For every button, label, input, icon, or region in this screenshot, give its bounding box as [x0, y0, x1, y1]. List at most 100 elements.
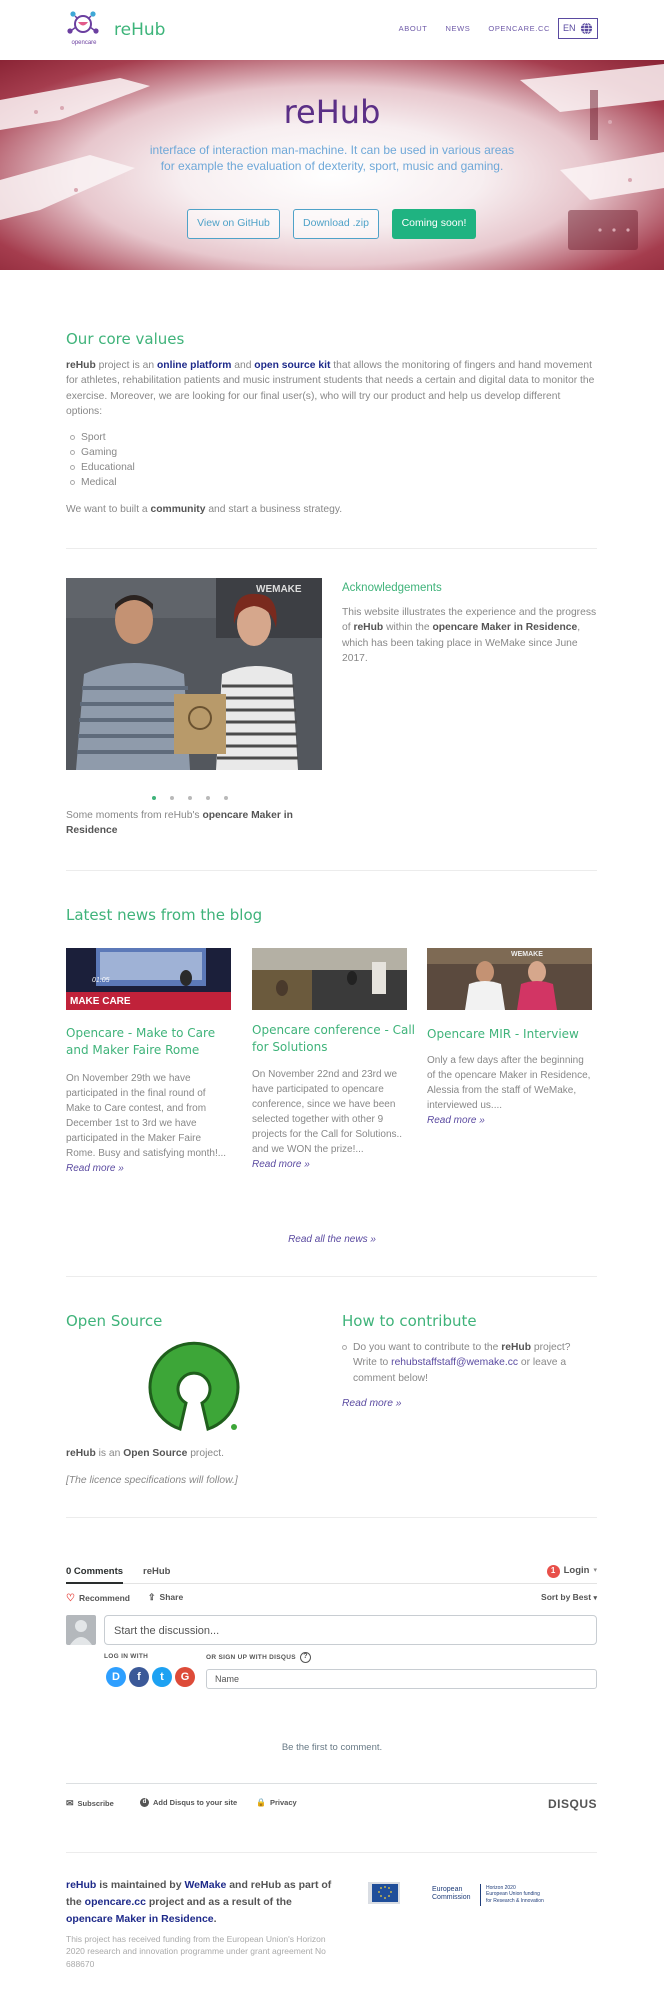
- name-field[interactable]: Name: [206, 1669, 597, 1689]
- carousel-dot-active[interactable]: [152, 796, 156, 800]
- post-3-image[interactable]: WEMAKE: [427, 948, 592, 1010]
- carousel-dot[interactable]: [206, 796, 210, 800]
- opencare-logo[interactable]: opencare: [66, 9, 100, 49]
- residence-photo-carousel[interactable]: WEMAKE: [66, 578, 322, 770]
- post-2-title[interactable]: Opencare conference - Call for Solutions: [252, 1022, 417, 1057]
- twitter-login-icon[interactable]: t: [152, 1667, 172, 1687]
- post-2-image[interactable]: [252, 948, 407, 1010]
- core-values-text: reHub project is an online platform and …: [66, 358, 597, 420]
- chevron-down-icon: ▾: [593, 1595, 597, 1602]
- tab-site[interactable]: reHub: [143, 1565, 170, 1579]
- contribute-heading: How to contribute: [342, 1312, 477, 1330]
- post-3-excerpt: Only a few days after the beginning of t…: [427, 1053, 592, 1128]
- logo-caption: opencare: [71, 40, 97, 46]
- brand-name[interactable]: reHub: [114, 18, 165, 44]
- divider: [66, 1783, 597, 1784]
- empty-comments-note: Be the first to comment.: [281, 1742, 383, 1753]
- core-values-heading: Our core values: [66, 330, 185, 348]
- sort-label: Sort by Best: [541, 1592, 592, 1602]
- online-platform-link[interactable]: online platform: [157, 360, 231, 371]
- option-label: Educational: [81, 461, 135, 473]
- login-menu[interactable]: 1 Login ▾: [546, 1564, 597, 1578]
- option-label: Medical: [81, 476, 117, 488]
- read-all-news-link[interactable]: Read all the news »: [0, 1232, 664, 1247]
- post-3-photo: [427, 948, 592, 1010]
- main-nav: ABOUT NEWS OPENCARE.CC: [399, 23, 550, 34]
- blog-heading: Latest news from the blog: [66, 906, 263, 924]
- disqus-logo[interactable]: DISQUS: [548, 1795, 597, 1813]
- post-2-excerpt: On November 22nd and 23rd we have partic…: [252, 1067, 412, 1172]
- disqus-d-icon: d: [140, 1798, 149, 1808]
- post-3-read-more[interactable]: Read more »: [427, 1115, 485, 1126]
- carousel-dot[interactable]: [188, 796, 192, 800]
- top-bar: opencare reHub ABOUT NEWS OPENCARE.CC EN: [0, 0, 664, 60]
- option-label: Gaming: [81, 446, 118, 458]
- facebook-login-icon[interactable]: f: [129, 1667, 149, 1687]
- post-1-image[interactable]: MAKE CARE 01:05: [66, 948, 231, 1010]
- open-source-kit-link[interactable]: open source kit: [254, 360, 330, 371]
- subscribe-link[interactable]: ✉ Subscribe: [66, 1797, 114, 1811]
- nav-news[interactable]: NEWS: [445, 23, 470, 34]
- list-item: Medical: [70, 475, 135, 490]
- tab-comments[interactable]: 0 Comments: [66, 1565, 124, 1584]
- nav-about[interactable]: ABOUT: [399, 23, 428, 34]
- os-bold-rehub: reHub: [66, 1448, 96, 1459]
- core-text-1: project is an: [95, 360, 157, 371]
- add-disqus-link[interactable]: d Add Disqus to your site: [140, 1797, 237, 1808]
- bullet-icon: [70, 465, 75, 470]
- eu-flag-icon: [368, 1882, 400, 1904]
- footer-rehub-link[interactable]: reHub: [66, 1879, 96, 1891]
- coming-soon-button[interactable]: Coming soon!: [392, 209, 476, 239]
- logo-divider: [480, 1884, 481, 1906]
- os-text-2: project.: [187, 1448, 224, 1459]
- nav-opencare[interactable]: OPENCARE.CC: [488, 23, 550, 34]
- contribute-email-link[interactable]: rehubstaffstaff@wemake.cc: [391, 1357, 518, 1368]
- contribute-body: Do you want to contribute to the reHub p…: [353, 1340, 592, 1386]
- post-1-body: On November 29th we have participated in…: [66, 1073, 227, 1159]
- rehub-bold: reHub: [66, 360, 96, 371]
- ack-bold-rehub: reHub: [353, 622, 384, 634]
- help-icon[interactable]: ?: [299, 1652, 311, 1663]
- privacy-link[interactable]: 🔒 Privacy: [256, 1797, 297, 1809]
- user-placeholder-icon: [70, 1620, 92, 1645]
- community-bold: community: [150, 504, 206, 515]
- google-login-icon[interactable]: G: [175, 1667, 195, 1687]
- footer-mir-link[interactable]: opencare Maker in Residence: [66, 1913, 214, 1925]
- post-2-body: On November 22nd and 23rd we have partic…: [252, 1069, 403, 1155]
- download-zip-button[interactable]: Download .zip: [293, 209, 379, 239]
- open-source-heading: Open Source: [66, 1312, 163, 1330]
- post-3-title[interactable]: Opencare MIR - Interview: [427, 1026, 592, 1043]
- share-icon: ⇪: [148, 1592, 156, 1602]
- view-on-github-button[interactable]: View on GitHub: [187, 209, 280, 239]
- privacy-label: Privacy: [269, 1798, 297, 1808]
- post-1-excerpt: On November 29th we have participated in…: [66, 1071, 231, 1176]
- post-2-read-more[interactable]: Read more »: [252, 1159, 310, 1170]
- open-source-icon: [148, 1341, 240, 1431]
- disqus-login-icon[interactable]: D: [106, 1667, 126, 1687]
- page: opencare reHub ABOUT NEWS OPENCARE.CC EN: [0, 0, 664, 2000]
- footer-wemake-link[interactable]: WeMake: [184, 1879, 226, 1891]
- recommend-button[interactable]: ♡ Recommend: [66, 1591, 130, 1606]
- eu-funding-logo: European Commission Horizon 2020 Europea…: [368, 1880, 564, 1910]
- carousel-dot[interactable]: [224, 796, 228, 800]
- ack-text-2: within the: [383, 622, 433, 634]
- post-1-read-more[interactable]: Read more »: [66, 1163, 124, 1174]
- sort-dropdown[interactable]: Sort by Best ▾: [541, 1591, 597, 1605]
- comment-input[interactable]: Start the discussion...: [104, 1615, 597, 1645]
- post-1-title[interactable]: Opencare - Make to Care and Maker Faire …: [66, 1025, 231, 1060]
- carousel-dot[interactable]: [170, 796, 174, 800]
- avatar: [66, 1615, 96, 1645]
- language-selector[interactable]: EN: [558, 18, 598, 39]
- footer-opencare-link[interactable]: opencare.cc: [85, 1896, 146, 1908]
- post-1-image-time: 01:05: [92, 977, 110, 984]
- login-label: Login: [563, 1565, 590, 1576]
- caption-text: Some moments from reHub's: [66, 810, 203, 821]
- envelope-icon: ✉: [66, 1798, 74, 1808]
- contribute-read-more[interactable]: Read more »: [342, 1396, 402, 1411]
- residence-photo: [66, 578, 322, 770]
- ec-label: European Commission: [432, 1886, 471, 1902]
- contribute-text: Do you want to contribute to the reHub p…: [342, 1340, 592, 1386]
- share-button[interactable]: ⇪ Share: [148, 1591, 183, 1605]
- ec-line-2: Commission: [432, 1894, 471, 1902]
- bullet-icon: [342, 1345, 347, 1350]
